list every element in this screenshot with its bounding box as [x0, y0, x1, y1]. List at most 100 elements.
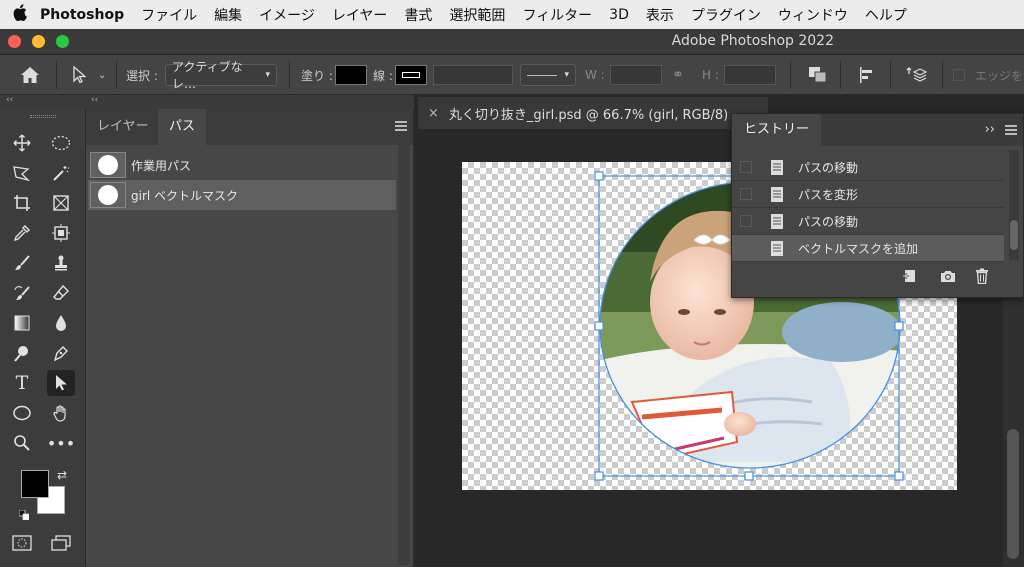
menu-file[interactable]: ファイル: [141, 5, 197, 25]
menu-layer[interactable]: レイヤー: [332, 5, 388, 25]
width-field[interactable]: [610, 65, 662, 85]
frame-tool-icon[interactable]: [47, 190, 75, 216]
scrollbar-thumb[interactable]: [1007, 429, 1019, 559]
path-row-work-path[interactable]: 作業用パス: [88, 150, 396, 180]
gradient-tool-icon[interactable]: [8, 310, 36, 336]
magic-wand-tool-icon[interactable]: [47, 160, 75, 186]
path-alignment-icon[interactable]: [858, 55, 876, 95]
history-state-icon: [771, 159, 783, 175]
tool-preset-chevron-icon[interactable]: ⌄: [98, 55, 106, 95]
line-style-icon: [527, 74, 557, 76]
foreground-color-swatch[interactable]: [21, 470, 49, 498]
brush-tool-icon[interactable]: [8, 250, 36, 276]
collapse-panel-icon[interactable]: ››: [985, 122, 995, 137]
trash-icon[interactable]: [972, 266, 992, 286]
history-brush-tool-icon[interactable]: [8, 280, 36, 306]
clone-stamp-tool-icon[interactable]: [47, 250, 75, 276]
hand-tool-icon[interactable]: [47, 400, 75, 426]
stroke-color-swatch[interactable]: [395, 65, 427, 85]
screen-mode-icon[interactable]: [47, 530, 75, 556]
history-item[interactable]: パスの移動: [732, 208, 1004, 235]
panel-grip: [30, 115, 56, 118]
panel-scrollbar[interactable]: [398, 145, 410, 565]
move-tool-icon[interactable]: [8, 130, 36, 156]
close-window-button[interactable]: [8, 35, 21, 48]
menu-type[interactable]: 書式: [404, 5, 432, 25]
tab-history[interactable]: ヒストリー: [732, 114, 822, 146]
object-selection-tool-icon[interactable]: [47, 220, 75, 246]
dodge-tool-icon[interactable]: [8, 340, 36, 366]
separator: [942, 61, 943, 89]
ellipse-tool-icon[interactable]: [8, 400, 36, 426]
eraser-tool-icon[interactable]: [47, 280, 75, 306]
new-document-from-state-icon[interactable]: [900, 266, 920, 286]
history-scrollbar[interactable]: [1009, 150, 1019, 260]
history-item-current[interactable]: ベクトルマスクを追加: [732, 235, 1004, 262]
path-arrangement-icon[interactable]: [906, 55, 928, 95]
close-document-icon[interactable]: ×: [428, 106, 439, 121]
panel-collapse-strip[interactable]: ‹‹: [86, 95, 414, 109]
panel-menu-icon[interactable]: [395, 121, 407, 131]
direct-selection-tool-icon[interactable]: [72, 55, 86, 95]
zoom-window-button[interactable]: [56, 35, 69, 48]
path-row-vector-mask[interactable]: girl ベクトルマスク: [88, 180, 396, 210]
separator: [289, 61, 290, 89]
history-item[interactable]: パスを変形: [732, 181, 1004, 208]
menu-bar: Photoshop ファイル 編集 イメージ レイヤー 書式 選択範囲 フィルタ…: [0, 0, 1024, 29]
blur-tool-icon[interactable]: [47, 310, 75, 336]
home-icon[interactable]: [20, 55, 40, 95]
menu-select[interactable]: 選択範囲: [449, 5, 505, 25]
collapse-icon: ‹‹: [6, 95, 14, 105]
type-tool-icon[interactable]: T: [8, 370, 36, 396]
link-icon[interactable]: ⚭: [672, 55, 684, 95]
history-item-label: ベクトルマスクを追加: [798, 241, 919, 256]
toolbar-collapse-strip[interactable]: ‹‹: [0, 95, 86, 109]
select-label: 選択 :: [126, 68, 158, 83]
menu-plugins[interactable]: プラグイン: [691, 5, 761, 25]
height-label: H :: [702, 68, 719, 82]
minimize-window-button[interactable]: [32, 35, 45, 48]
camera-snapshot-icon[interactable]: [938, 266, 958, 286]
history-item[interactable]: パスの移動: [732, 154, 1004, 181]
polygonal-lasso-tool-icon[interactable]: [8, 160, 36, 186]
zoom-tool-icon[interactable]: [8, 430, 36, 456]
path-name: girl ベクトルマスク: [131, 188, 239, 203]
path-selection-tool-icon[interactable]: [47, 370, 75, 396]
stroke-type-dropdown[interactable]: ▾: [520, 64, 576, 86]
more-tools-icon[interactable]: •••: [47, 430, 75, 456]
scrollbar-thumb[interactable]: [1010, 220, 1018, 250]
crop-tool-icon[interactable]: [8, 190, 36, 216]
swap-colors-icon[interactable]: ⇄: [57, 468, 67, 482]
tab-layers[interactable]: レイヤー: [86, 109, 160, 145]
menu-filter[interactable]: フィルター: [522, 5, 592, 25]
menu-image[interactable]: イメージ: [259, 5, 315, 25]
quick-mask-icon[interactable]: [8, 530, 36, 556]
path-thumbnail: [90, 152, 126, 178]
menu-3d[interactable]: 3D: [609, 7, 629, 23]
eyedropper-tool-icon[interactable]: [8, 220, 36, 246]
app-menu[interactable]: Photoshop: [40, 7, 124, 23]
stroke-width-field[interactable]: [433, 65, 513, 85]
menu-window[interactable]: ウィンドウ: [778, 5, 848, 25]
select-mode-dropdown[interactable]: アクティブなレ… ▾: [165, 60, 277, 91]
history-brush-source-checkbox[interactable]: [740, 215, 752, 227]
history-brush-source-checkbox[interactable]: [740, 242, 752, 254]
document-title: 丸く切り抜き_girl.psd @ 66.7% (girl, RGB/8): [448, 107, 729, 123]
fill-color-swatch[interactable]: [335, 65, 367, 85]
history-item-label: パスの移動: [798, 160, 859, 175]
menu-help[interactable]: ヘルプ: [865, 5, 907, 25]
history-brush-source-checkbox[interactable]: [740, 188, 752, 200]
panel-menu-icon[interactable]: [1005, 125, 1017, 135]
path-operations-icon[interactable]: [808, 55, 828, 95]
elliptical-marquee-tool-icon[interactable]: [47, 130, 75, 156]
tab-paths[interactable]: パス: [158, 109, 207, 145]
menu-edit[interactable]: 編集: [214, 5, 242, 25]
history-brush-source-checkbox[interactable]: [740, 161, 752, 173]
document-tab[interactable]: × 丸く切り抜き_girl.psd @ 66.7% (girl, RGB/8): [418, 97, 768, 129]
align-edges-checkbox[interactable]: [953, 69, 965, 81]
menu-view[interactable]: 表示: [646, 5, 674, 25]
apple-menu-icon[interactable]: [0, 3, 40, 26]
pen-tool-icon[interactable]: [47, 340, 75, 366]
height-field[interactable]: [724, 65, 776, 85]
default-colors-icon[interactable]: [18, 505, 30, 521]
